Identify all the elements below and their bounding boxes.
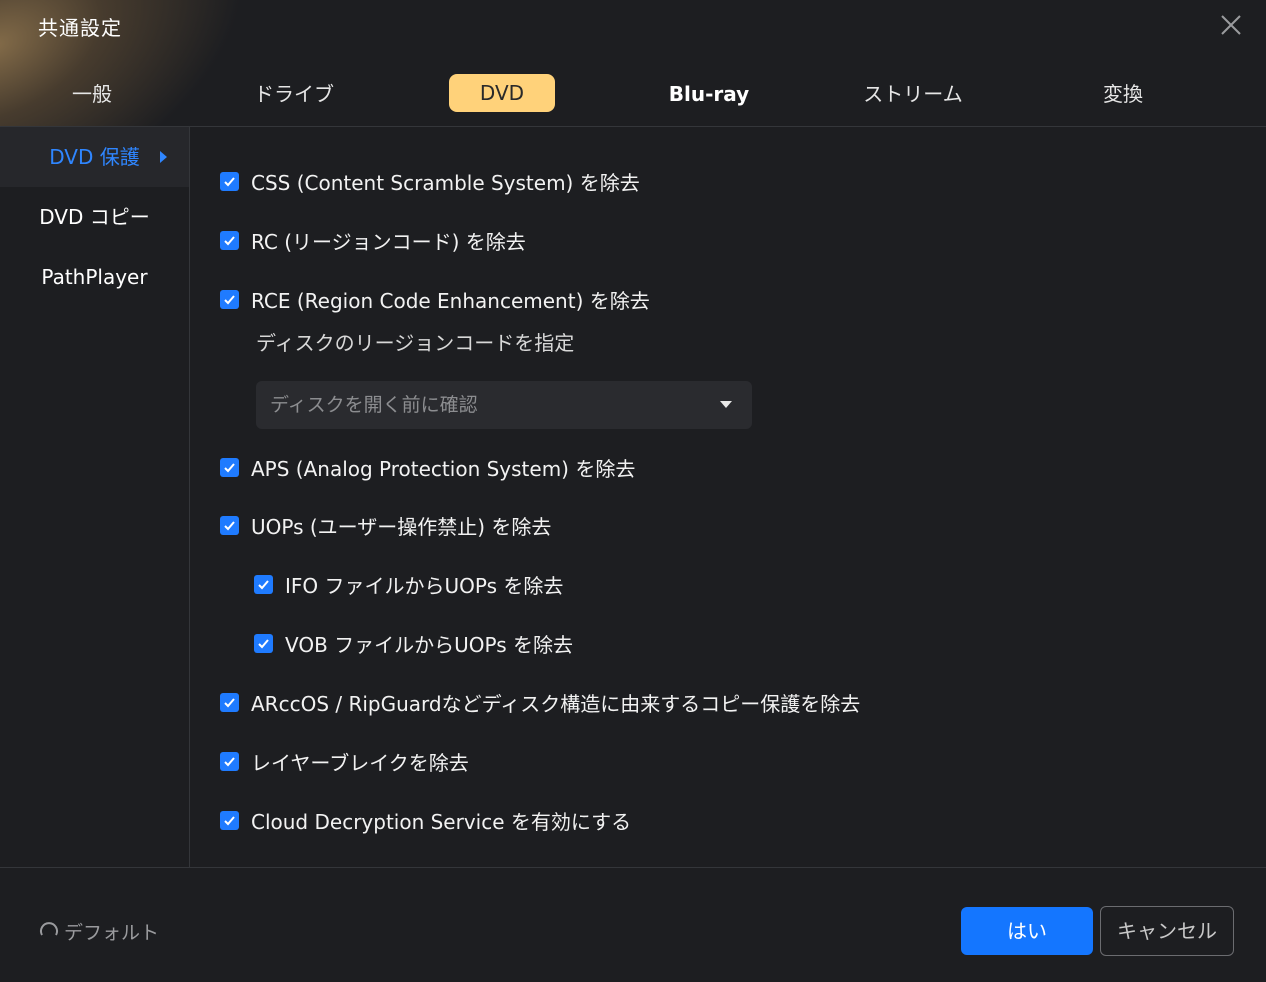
checkbox[interactable]: [254, 574, 273, 594]
region-code-value: ディスクを開く前に確認: [270, 394, 478, 416]
tab-convert[interactable]: 変換: [1103, 76, 1143, 112]
checkbox[interactable]: [220, 515, 239, 535]
sidebar-item-pathplayer[interactable]: PathPlayer: [0, 247, 189, 307]
tab-stream[interactable]: ストリーム: [863, 76, 962, 112]
checkbox[interactable]: [220, 751, 239, 771]
sidebar: DVD 保護 DVD コピー PathPlayer: [0, 127, 190, 867]
option-label: レイヤーブレイクを除去: [251, 750, 469, 775]
sidebar-item-dvd-protection[interactable]: DVD 保護: [0, 127, 189, 187]
settings-dialog: 共通設定 一般 ドライブ DVD Blu-ray ストリーム 変換 DVD 保護…: [0, 0, 1266, 982]
option-remove-ifo-uops[interactable]: IFO ファイルからUOPs を除去: [254, 569, 563, 599]
option-label: CSS (Content Scramble System) を除去: [251, 170, 640, 195]
restore-default-label: デフォルト: [64, 921, 160, 944]
option-remove-vob-uops[interactable]: VOB ファイルからUOPs を除去: [254, 628, 573, 658]
tab-drive[interactable]: ドライブ: [254, 76, 334, 112]
option-remove-css[interactable]: CSS (Content Scramble System) を除去: [220, 166, 640, 196]
option-label: VOB ファイルからUOPs を除去: [285, 632, 574, 657]
checkbox[interactable]: [254, 633, 273, 653]
option-remove-layer-break[interactable]: レイヤーブレイクを除去: [220, 746, 469, 776]
tab-general[interactable]: 一般: [72, 76, 112, 112]
tab-bluray[interactable]: Blu-ray: [669, 76, 749, 112]
option-label: ARccOS / RipGuardなどディスク構造に由来するコピー保護を除去: [251, 691, 861, 716]
dialog-title: 共通設定: [38, 16, 122, 40]
option-label: RCE (Region Code Enhancement) を除去: [251, 288, 650, 313]
option-label: UOPs (ユーザー操作禁止) を除去: [251, 514, 552, 539]
restore-default-button[interactable]: デフォルト: [38, 916, 159, 946]
checkbox[interactable]: [220, 810, 239, 830]
checkbox[interactable]: [220, 692, 239, 712]
region-code-label: ディスクのリージョンコードを指定: [256, 331, 575, 355]
option-remove-uops[interactable]: UOPs (ユーザー操作禁止) を除去: [220, 510, 551, 540]
sidebar-item-label: DVD コピー: [39, 205, 150, 229]
sidebar-item-label: PathPlayer: [41, 265, 148, 289]
checkbox[interactable]: [220, 457, 239, 477]
option-label: IFO ファイルからUOPs を除去: [285, 573, 564, 598]
option-remove-arccos[interactable]: ARccOS / RipGuardなどディスク構造に由来するコピー保護を除去: [220, 687, 860, 717]
sidebar-item-label: DVD 保護: [49, 145, 140, 169]
option-remove-aps[interactable]: APS (Analog Protection System) を除去: [220, 452, 635, 482]
sidebar-item-dvd-copy[interactable]: DVD コピー: [0, 187, 189, 247]
close-icon[interactable]: [1218, 12, 1244, 38]
checkbox[interactable]: [220, 230, 239, 250]
chevron-down-icon: [720, 401, 732, 408]
settings-panel: CSS (Content Scramble System) を除去 RC (リー…: [190, 127, 1266, 867]
option-remove-rc[interactable]: RC (リージョンコード) を除去: [220, 225, 526, 255]
region-code-select[interactable]: ディスクを開く前に確認: [256, 381, 752, 429]
ok-button[interactable]: はい: [961, 907, 1093, 955]
checkbox[interactable]: [220, 289, 239, 309]
cancel-button[interactable]: キャンセル: [1100, 906, 1234, 956]
option-remove-rce[interactable]: RCE (Region Code Enhancement) を除去: [220, 284, 650, 314]
footer-divider: [0, 867, 1266, 868]
option-label: APS (Analog Protection System) を除去: [251, 456, 636, 481]
option-label: RC (リージョンコード) を除去: [251, 229, 526, 254]
tab-dvd[interactable]: DVD: [449, 74, 555, 112]
chevron-right-icon: [160, 151, 167, 163]
option-cloud-decryption[interactable]: Cloud Decryption Service を有効にする: [220, 805, 631, 835]
checkbox[interactable]: [220, 171, 239, 191]
reset-icon: [40, 922, 58, 936]
tab-bar: 一般 ドライブ DVD Blu-ray ストリーム 変換: [0, 72, 1266, 116]
option-label: Cloud Decryption Service を有効にする: [251, 809, 632, 834]
